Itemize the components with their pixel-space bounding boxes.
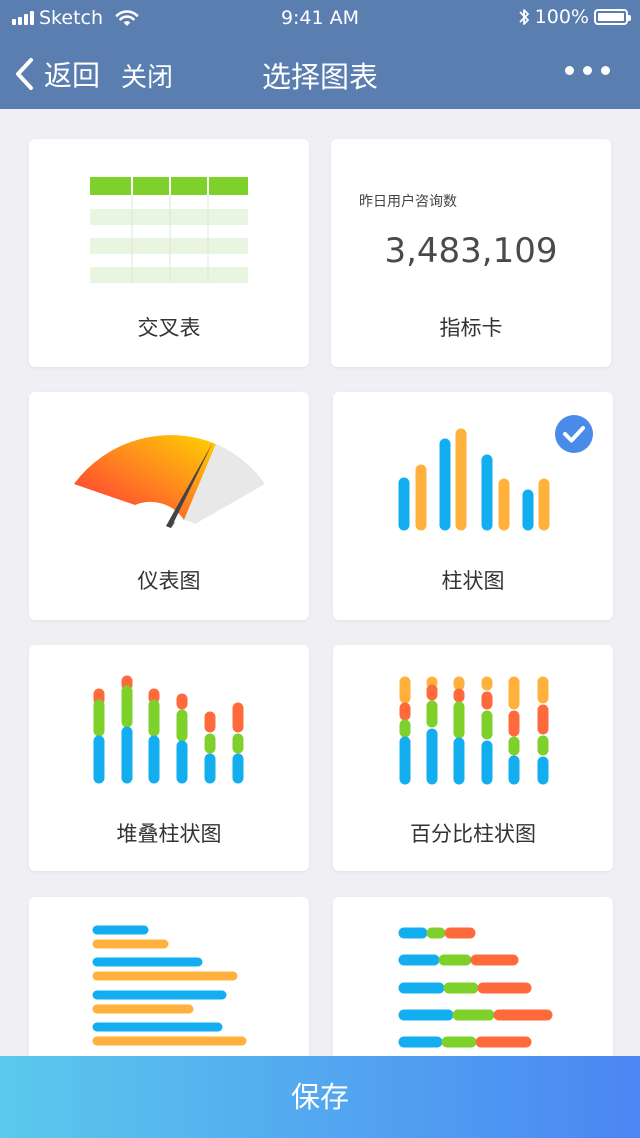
app-header: Sketch 9:41 AM 100% 返回 关闭 选择图表 (0, 0, 640, 109)
battery-icon (594, 9, 631, 25)
metric-value: 3,483,109 (384, 231, 558, 271)
more-icon[interactable] (565, 66, 610, 75)
chart-card-stacked-bar[interactable]: 堆叠柱状图 (29, 645, 309, 871)
chart-card-cross-table[interactable]: 交叉表 (29, 139, 309, 367)
chart-card-metric[interactable]: 昨日用户咨询数 3,483,109 指标卡 (331, 139, 611, 367)
chart-card-label: 柱状图 (441, 569, 505, 593)
chart-card-label: 仪表图 (137, 569, 201, 593)
chart-card-gauge[interactable]: 仪表图 (29, 392, 309, 620)
chart-card-percent-bar[interactable]: 百分比柱状图 (333, 645, 613, 871)
bluetooth-icon (519, 9, 529, 25)
chart-card-bar[interactable]: 柱状图 (333, 392, 613, 620)
status-bar: Sketch 9:41 AM 100% (0, 0, 640, 36)
save-button[interactable]: 保存 (0, 1056, 640, 1138)
status-right: 100% (518, 6, 631, 28)
chart-card-label: 百分比柱状图 (410, 822, 536, 846)
selected-check-icon (555, 415, 593, 453)
metric-title: 昨日用户咨询数 (359, 194, 457, 210)
chart-card-label: 指标卡 (439, 316, 503, 340)
nav-bar: 返回 关闭 选择图表 (0, 40, 640, 106)
page-title: 选择图表 (261, 60, 378, 94)
chart-card-label: 交叉表 (137, 316, 201, 340)
battery-percent: 100% (534, 6, 589, 28)
chart-card-label: 堆叠柱状图 (116, 822, 222, 846)
